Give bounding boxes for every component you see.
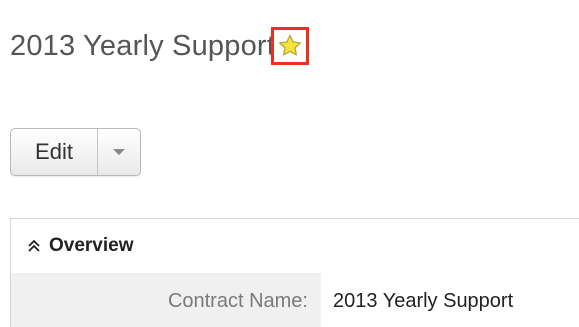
overview-panel-toggle[interactable]: Overview bbox=[11, 219, 579, 273]
actions-dropdown-button[interactable] bbox=[98, 129, 140, 175]
favorite-toggle[interactable] bbox=[271, 27, 310, 65]
chevron-down-icon bbox=[113, 149, 125, 155]
record-title: 2013 Yearly Support bbox=[10, 29, 276, 62]
contract-name-label: Contract Name: bbox=[11, 273, 321, 327]
star-icon bbox=[279, 34, 301, 56]
double-chevron-up-icon bbox=[28, 239, 40, 252]
edit-button-group: Edit bbox=[10, 128, 141, 176]
edit-button[interactable]: Edit bbox=[11, 129, 98, 175]
panel-header-label: Overview bbox=[49, 235, 134, 256]
field-row-contract-name: Contract Name: 2013 Yearly Support bbox=[11, 273, 579, 327]
overview-panel: Overview Contract Name: 2013 Yearly Supp… bbox=[10, 218, 579, 327]
record-title-bar: 2013 Yearly Support bbox=[10, 26, 313, 66]
contract-name-value: 2013 Yearly Support bbox=[333, 289, 514, 312]
cropped-heading-fragment: ▀▀▀▀▀▀▀▀ bbox=[0, 0, 217, 14]
record-view: ▀▀▀▀▀▀▀▀ 2013 Yearly Support Edit Overvi… bbox=[0, 0, 579, 327]
